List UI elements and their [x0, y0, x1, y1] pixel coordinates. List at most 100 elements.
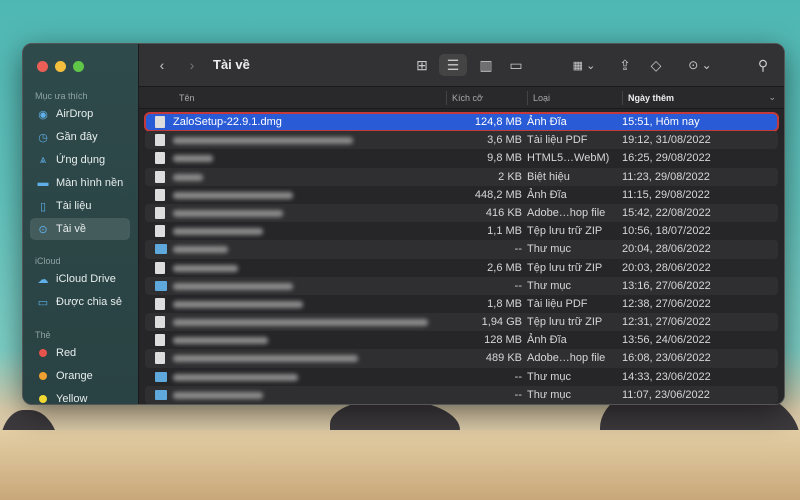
file-size: 1,94 GB [481, 316, 522, 329]
file-kind: Ảnh Đĩa [527, 334, 567, 347]
sidebar-item-icloud-drive[interactable]: ☁ iCloud Drive [30, 268, 130, 290]
file-date-added: 13:16, 27/06/2022 [622, 279, 711, 292]
file-row[interactable]: -- Thư mục 11:07, 23/06/2022 [145, 385, 778, 404]
section-favorites: Mục ưa thích [35, 91, 88, 101]
file-date-added: 10:56, 18/07/2022 [622, 225, 711, 238]
file-row[interactable]: -- Thư mục 14:33, 23/06/2022 [145, 368, 778, 386]
file-icon [155, 297, 165, 310]
file-size: 128 MB [484, 334, 522, 347]
file-name-blurred [173, 300, 303, 308]
sidebar-item-airdrop[interactable]: ◉ AirDrop [30, 103, 130, 125]
close-button[interactable] [37, 61, 48, 72]
minimize-button[interactable] [55, 61, 66, 72]
file-kind: Tệp lưu trữ ZIP [527, 316, 603, 329]
file-date-added: 11:15, 29/08/2022 [622, 188, 710, 201]
file-icon [155, 261, 165, 274]
sidebar-item-ứng-dụng[interactable]: ⩓ Ứng dụng [30, 149, 130, 171]
file-row[interactable]: 489 KB Adobe…hop file 16:08, 23/06/2022 [145, 349, 778, 368]
list-view-button[interactable]: ☰ [439, 54, 467, 76]
file-name-blurred [173, 337, 268, 345]
column-name[interactable]: Tên [179, 93, 195, 103]
sidebar-item-label: Yellow [56, 393, 88, 405]
file-name-blurred [173, 264, 238, 272]
file-row[interactable]: 448,2 MB Ảnh Đĩa 11:15, 29/08/2022 [145, 186, 778, 204]
tag-icon: ◇ [650, 56, 662, 73]
chevron-down-icon[interactable]: ⌄ [768, 92, 776, 103]
more-actions-button[interactable]: ⊙ ⌄ [683, 54, 717, 76]
file-kind: Adobe…hop file [527, 206, 606, 219]
share-button[interactable]: ⇪ [615, 54, 635, 76]
file-date-added: 11:07, 23/06/2022 [622, 388, 710, 401]
file-icon [155, 152, 165, 165]
file-row[interactable]: 1,8 MB Tài liệu PDF 12:38, 27/06/2022 [145, 295, 778, 313]
tag-button[interactable]: ◇ [645, 54, 667, 76]
file-row[interactable]: 3,6 MB Tài liệu PDF 19:12, 31/08/2022 [145, 131, 778, 150]
sidebar-item-tài-liệu[interactable]: ▯ Tài liệu [30, 195, 130, 217]
column-date-added[interactable]: Ngày thêm [628, 93, 674, 103]
sidebar-item-màn-hình-nền[interactable]: ▬ Màn hình nền [30, 172, 130, 194]
file-date-added: 16:08, 23/06/2022 [622, 352, 711, 365]
file-row[interactable]: 2 KB Biệt hiệu 11:23, 29/08/2022 [145, 167, 778, 186]
file-row[interactable]: 1,94 GB Tệp lưu trữ ZIP 12:31, 27/06/202… [145, 313, 778, 332]
file-date-added: 15:51, Hôm nay [622, 116, 700, 128]
file-row[interactable]: 9,8 MB HTML5…WebM) 16:25, 29/08/2022 [145, 149, 778, 167]
column-view-button[interactable]: ▥ [475, 54, 497, 76]
file-name-blurred [173, 355, 358, 363]
sidebar-item-label: Tài liệu [56, 200, 92, 212]
gallery-view-button[interactable]: ▭ [505, 54, 527, 76]
forward-button[interactable]: › [183, 54, 201, 76]
file-icon [155, 225, 165, 238]
file-kind: Thư mục [527, 243, 572, 256]
file-row[interactable]: -- Thư mục 13:16, 27/06/2022 [145, 276, 778, 295]
sidebar-item-gần-đây[interactable]: ◷ Gần đây [30, 126, 130, 148]
column-divider[interactable] [622, 91, 623, 105]
file-icon [155, 188, 165, 201]
column-kind[interactable]: Loại [533, 93, 550, 103]
file-kind: Thư mục [527, 279, 572, 292]
tag-yellow[interactable]: Yellow [30, 388, 130, 405]
column-size[interactable]: Kích cỡ [452, 93, 483, 103]
file-date-added: 19:12, 31/08/2022 [622, 134, 711, 147]
file-kind: Adobe…hop file [527, 352, 606, 365]
chevron-right-icon: › [189, 57, 195, 73]
file-list: ZaloSetup-22.9.1.dmg 124,8 MB Ảnh Đĩa 15:… [144, 111, 779, 404]
window-controls [37, 61, 84, 72]
sidebar-item-label: Màn hình nền [56, 177, 124, 189]
file-name-blurred [173, 391, 263, 399]
sidebar-item-label: Ứng dụng [56, 154, 106, 166]
tag-orange[interactable]: Orange [30, 365, 130, 387]
chevron-left-icon: ‹ [159, 57, 165, 73]
file-row[interactable]: 416 KB Adobe…hop file 15:42, 22/08/2022 [145, 203, 778, 223]
search-icon: ⚲ [757, 56, 769, 73]
file-date-added: 14:33, 23/06/2022 [622, 370, 711, 383]
file-browser: ‹ › Tài về ⊞ ☰ ▥ ▭ ▦ ⌄ ⇪ ◇ ⊙ ⌄ ⚲ Tên Kíc… [139, 44, 784, 404]
file-date-added: 20:04, 28/06/2022 [622, 243, 711, 256]
file-row[interactable]: 128 MB Ảnh Đĩa 13:56, 24/06/2022 [145, 331, 778, 349]
share-icon: ⇪ [619, 56, 631, 73]
sidebar-item-được-chia-sẻ[interactable]: ▭ Được chia sẻ [30, 291, 130, 313]
search-button[interactable]: ⚲ [753, 54, 773, 76]
file-row[interactable]: ZaloSetup-22.9.1.dmg 124,8 MB Ảnh Đĩa 15:… [144, 111, 779, 133]
column-divider[interactable] [527, 91, 528, 105]
file-size: 489 KB [485, 352, 522, 365]
folder-icon [155, 280, 167, 291]
file-name-blurred [173, 373, 298, 381]
file-date-added: 20:03, 28/06/2022 [622, 261, 711, 274]
file-row[interactable]: 2,6 MB Tệp lưu trữ ZIP 20:03, 28/06/2022 [145, 259, 778, 277]
column-divider[interactable] [446, 91, 447, 105]
sidebar-item-label: AirDrop [56, 108, 94, 120]
file-size: 9,8 MB [487, 152, 522, 165]
zoom-button[interactable] [73, 61, 84, 72]
file-size: 416 KB [485, 206, 522, 219]
sidebar-item-tài-về[interactable]: ⊙ Tài về [30, 218, 130, 240]
file-row[interactable]: 1,1 MB Tệp lưu trữ ZIP 10:56, 18/07/2022 [145, 222, 778, 240]
tag-red[interactable]: Red [30, 342, 130, 364]
file-row[interactable]: -- Thư mục 20:04, 28/06/2022 [145, 240, 778, 259]
sidebar-item-label: iCloud Drive [56, 273, 116, 285]
file-icon [155, 352, 165, 365]
sidebar-item-label: Tài về [56, 223, 86, 235]
group-by-button[interactable]: ▦ ⌄ [567, 54, 601, 76]
back-button[interactable]: ‹ [153, 54, 171, 76]
file-kind: Tệp lưu trữ ZIP [527, 225, 603, 238]
icon-view-button[interactable]: ⊞ [411, 54, 433, 76]
